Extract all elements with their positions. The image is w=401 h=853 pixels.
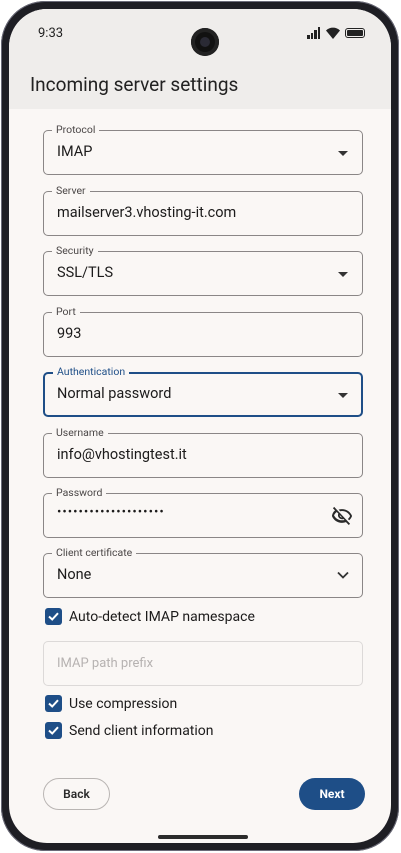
- status-bar: 9:33: [9, 9, 391, 57]
- username-label: Username: [52, 426, 108, 440]
- signal-icon: [307, 27, 321, 39]
- username-field[interactable]: Username info@vhostingtest.it: [43, 426, 363, 478]
- username-value: info@vhostingtest.it: [57, 446, 187, 463]
- protocol-value: IMAP: [57, 143, 93, 160]
- system-icons: [307, 26, 365, 40]
- dropdown-arrow-icon: [338, 151, 348, 156]
- checkbox-checked-icon: [45, 695, 62, 712]
- next-button[interactable]: Next: [299, 778, 365, 810]
- imap-path-prefix-placeholder: IMAP path prefix: [57, 656, 154, 671]
- security-select[interactable]: Security SSL/TLS: [43, 244, 363, 296]
- checkbox-checked-icon: [45, 722, 62, 739]
- use-compression-checkbox[interactable]: Use compression: [45, 695, 177, 712]
- authentication-select[interactable]: Authentication Normal password: [43, 365, 363, 417]
- status-time: 9:33: [38, 26, 64, 41]
- wifi-icon: [326, 27, 340, 39]
- client-certificate-label: Client certificate: [52, 546, 137, 560]
- visibility-off-icon[interactable]: [331, 505, 353, 527]
- dropdown-arrow-icon: [338, 272, 348, 277]
- server-label: Server: [52, 184, 90, 198]
- password-value: ••••••••••••••••••••: [57, 505, 165, 520]
- send-client-info-label: Send client information: [69, 722, 214, 739]
- app-bar: 9:33 Incoming server settings: [9, 9, 391, 109]
- chevron-down-icon: [337, 571, 349, 579]
- port-value: 993: [57, 325, 82, 342]
- front-camera: [191, 28, 219, 56]
- checkbox-checked-icon: [45, 608, 62, 625]
- password-field[interactable]: Password ••••••••••••••••••••: [43, 486, 363, 538]
- screen: 9:33 Incoming server settings Protocol I…: [9, 9, 391, 843]
- battery-icon: [345, 28, 365, 38]
- back-button[interactable]: Back: [43, 778, 110, 810]
- client-certificate-select[interactable]: Client certificate None: [43, 546, 363, 598]
- home-indicator[interactable]: [158, 835, 248, 839]
- authentication-label: Authentication: [53, 365, 130, 379]
- imap-path-prefix-field: IMAP path prefix: [43, 641, 363, 686]
- password-label: Password: [52, 486, 107, 500]
- client-certificate-value: None: [57, 566, 92, 583]
- port-field[interactable]: Port 993: [43, 305, 363, 357]
- send-client-info-checkbox[interactable]: Send client information: [45, 722, 214, 739]
- protocol-select[interactable]: Protocol IMAP: [43, 123, 363, 175]
- auto-detect-namespace-label: Auto-detect IMAP namespace: [69, 608, 255, 625]
- use-compression-label: Use compression: [69, 695, 178, 712]
- port-label: Port: [52, 305, 80, 319]
- auto-detect-namespace-checkbox[interactable]: Auto-detect IMAP namespace: [45, 608, 255, 625]
- page-title: Incoming server settings: [30, 73, 239, 96]
- protocol-label: Protocol: [52, 123, 100, 137]
- security-label: Security: [52, 244, 98, 258]
- dropdown-arrow-icon: [338, 393, 348, 398]
- server-value: mailserver3.vhosting-it.com: [57, 204, 237, 221]
- security-value: SSL/TLS: [57, 264, 114, 281]
- phone-frame: 9:33 Incoming server settings Protocol I…: [1, 1, 399, 851]
- authentication-value: Normal password: [57, 385, 172, 402]
- server-field[interactable]: Server mailserver3.vhosting-it.com: [43, 184, 363, 236]
